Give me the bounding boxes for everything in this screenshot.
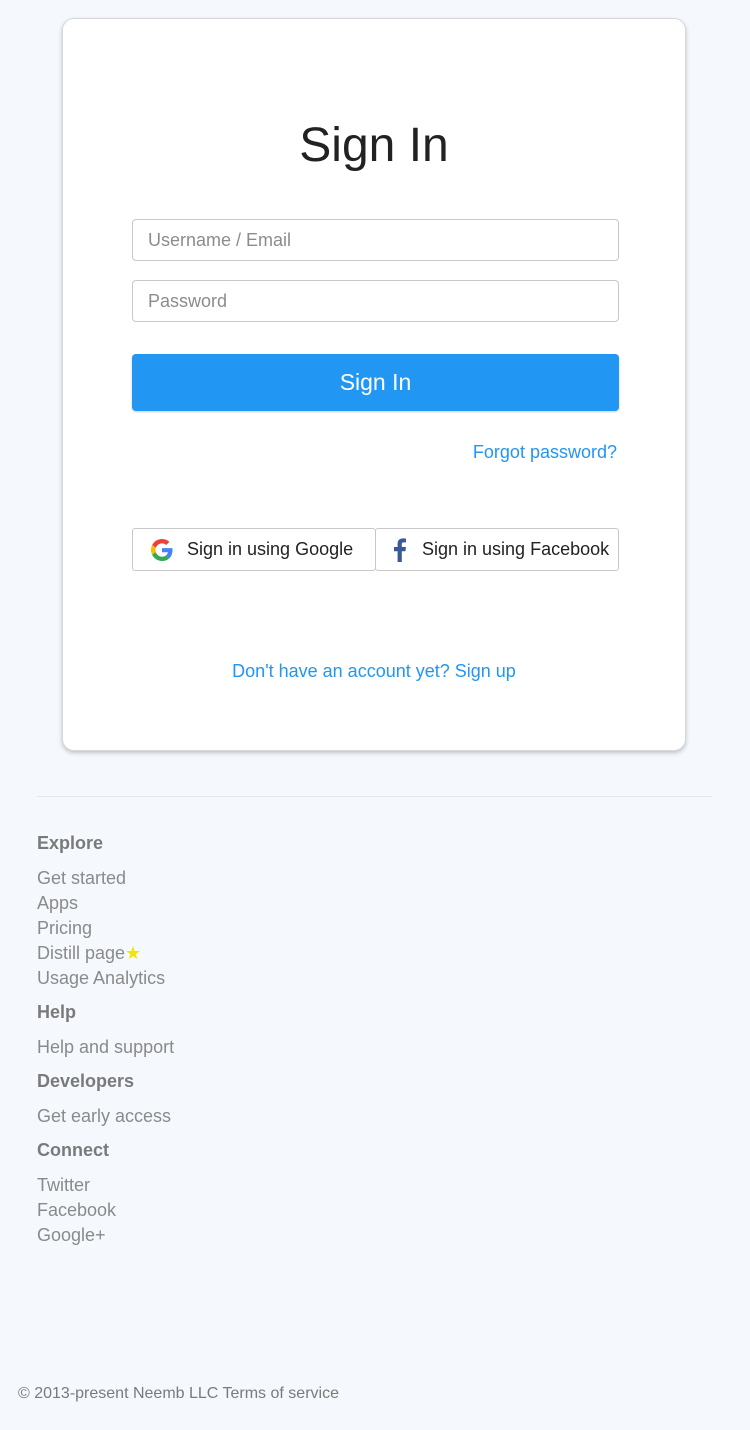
footer-section-connect: Connect Twitter Facebook Google+ xyxy=(37,1139,637,1248)
password-input[interactable] xyxy=(132,280,619,322)
terms-link[interactable]: Terms of service xyxy=(223,1385,339,1402)
star-icon: ★ xyxy=(125,943,142,963)
footer-heading-explore: Explore xyxy=(37,833,104,853)
footer-link-twitter[interactable]: Twitter xyxy=(37,1175,90,1195)
footer: Explore Get started Apps Pricing Distill… xyxy=(37,832,637,1248)
page-title: Sign In xyxy=(299,119,449,172)
footer-heading-connect: Connect xyxy=(37,1140,109,1160)
footer-link-google-plus[interactable]: Google+ xyxy=(37,1225,106,1245)
username-input[interactable] xyxy=(132,219,619,261)
facebook-signin-label: Sign in using Facebook xyxy=(422,539,610,559)
footer-link-apps[interactable]: Apps xyxy=(37,893,78,913)
footer-section-developers: Developers Get early access xyxy=(37,1070,637,1129)
forgot-password-link[interactable]: Forgot password? xyxy=(473,442,617,463)
copyright: © 2013-present Neemb LLC Terms of servic… xyxy=(18,1385,339,1403)
footer-heading-help: Help xyxy=(37,1002,77,1022)
google-icon xyxy=(150,538,174,562)
facebook-icon xyxy=(388,537,412,562)
footer-link-distill-page[interactable]: Distill page xyxy=(37,943,125,963)
copyright-text: © 2013-present Neemb LLC xyxy=(18,1385,219,1402)
footer-section-help: Help Help and support xyxy=(37,1001,637,1060)
facebook-signin-button[interactable]: Sign in using Facebook xyxy=(375,528,619,571)
footer-divider xyxy=(37,796,712,797)
google-signin-label: Sign in using Google xyxy=(187,539,354,559)
footer-link-usage-analytics[interactable]: Usage Analytics xyxy=(37,968,165,988)
footer-heading-developers: Developers xyxy=(37,1071,135,1091)
signup-link[interactable]: Don't have an account yet? Sign up xyxy=(63,661,685,682)
footer-link-early-access[interactable]: Get early access xyxy=(37,1106,171,1126)
signin-button[interactable]: Sign In xyxy=(132,354,619,411)
footer-link-get-started[interactable]: Get started xyxy=(37,868,126,888)
footer-section-explore: Explore Get started Apps Pricing Distill… xyxy=(37,832,637,991)
footer-link-facebook[interactable]: Facebook xyxy=(37,1200,116,1220)
footer-link-pricing[interactable]: Pricing xyxy=(37,918,92,938)
google-signin-button[interactable]: Sign in using Google xyxy=(132,528,376,571)
footer-link-help-support[interactable]: Help and support xyxy=(37,1037,174,1057)
signin-card: Sign In Sign In Forgot password? Sign in… xyxy=(62,18,686,751)
